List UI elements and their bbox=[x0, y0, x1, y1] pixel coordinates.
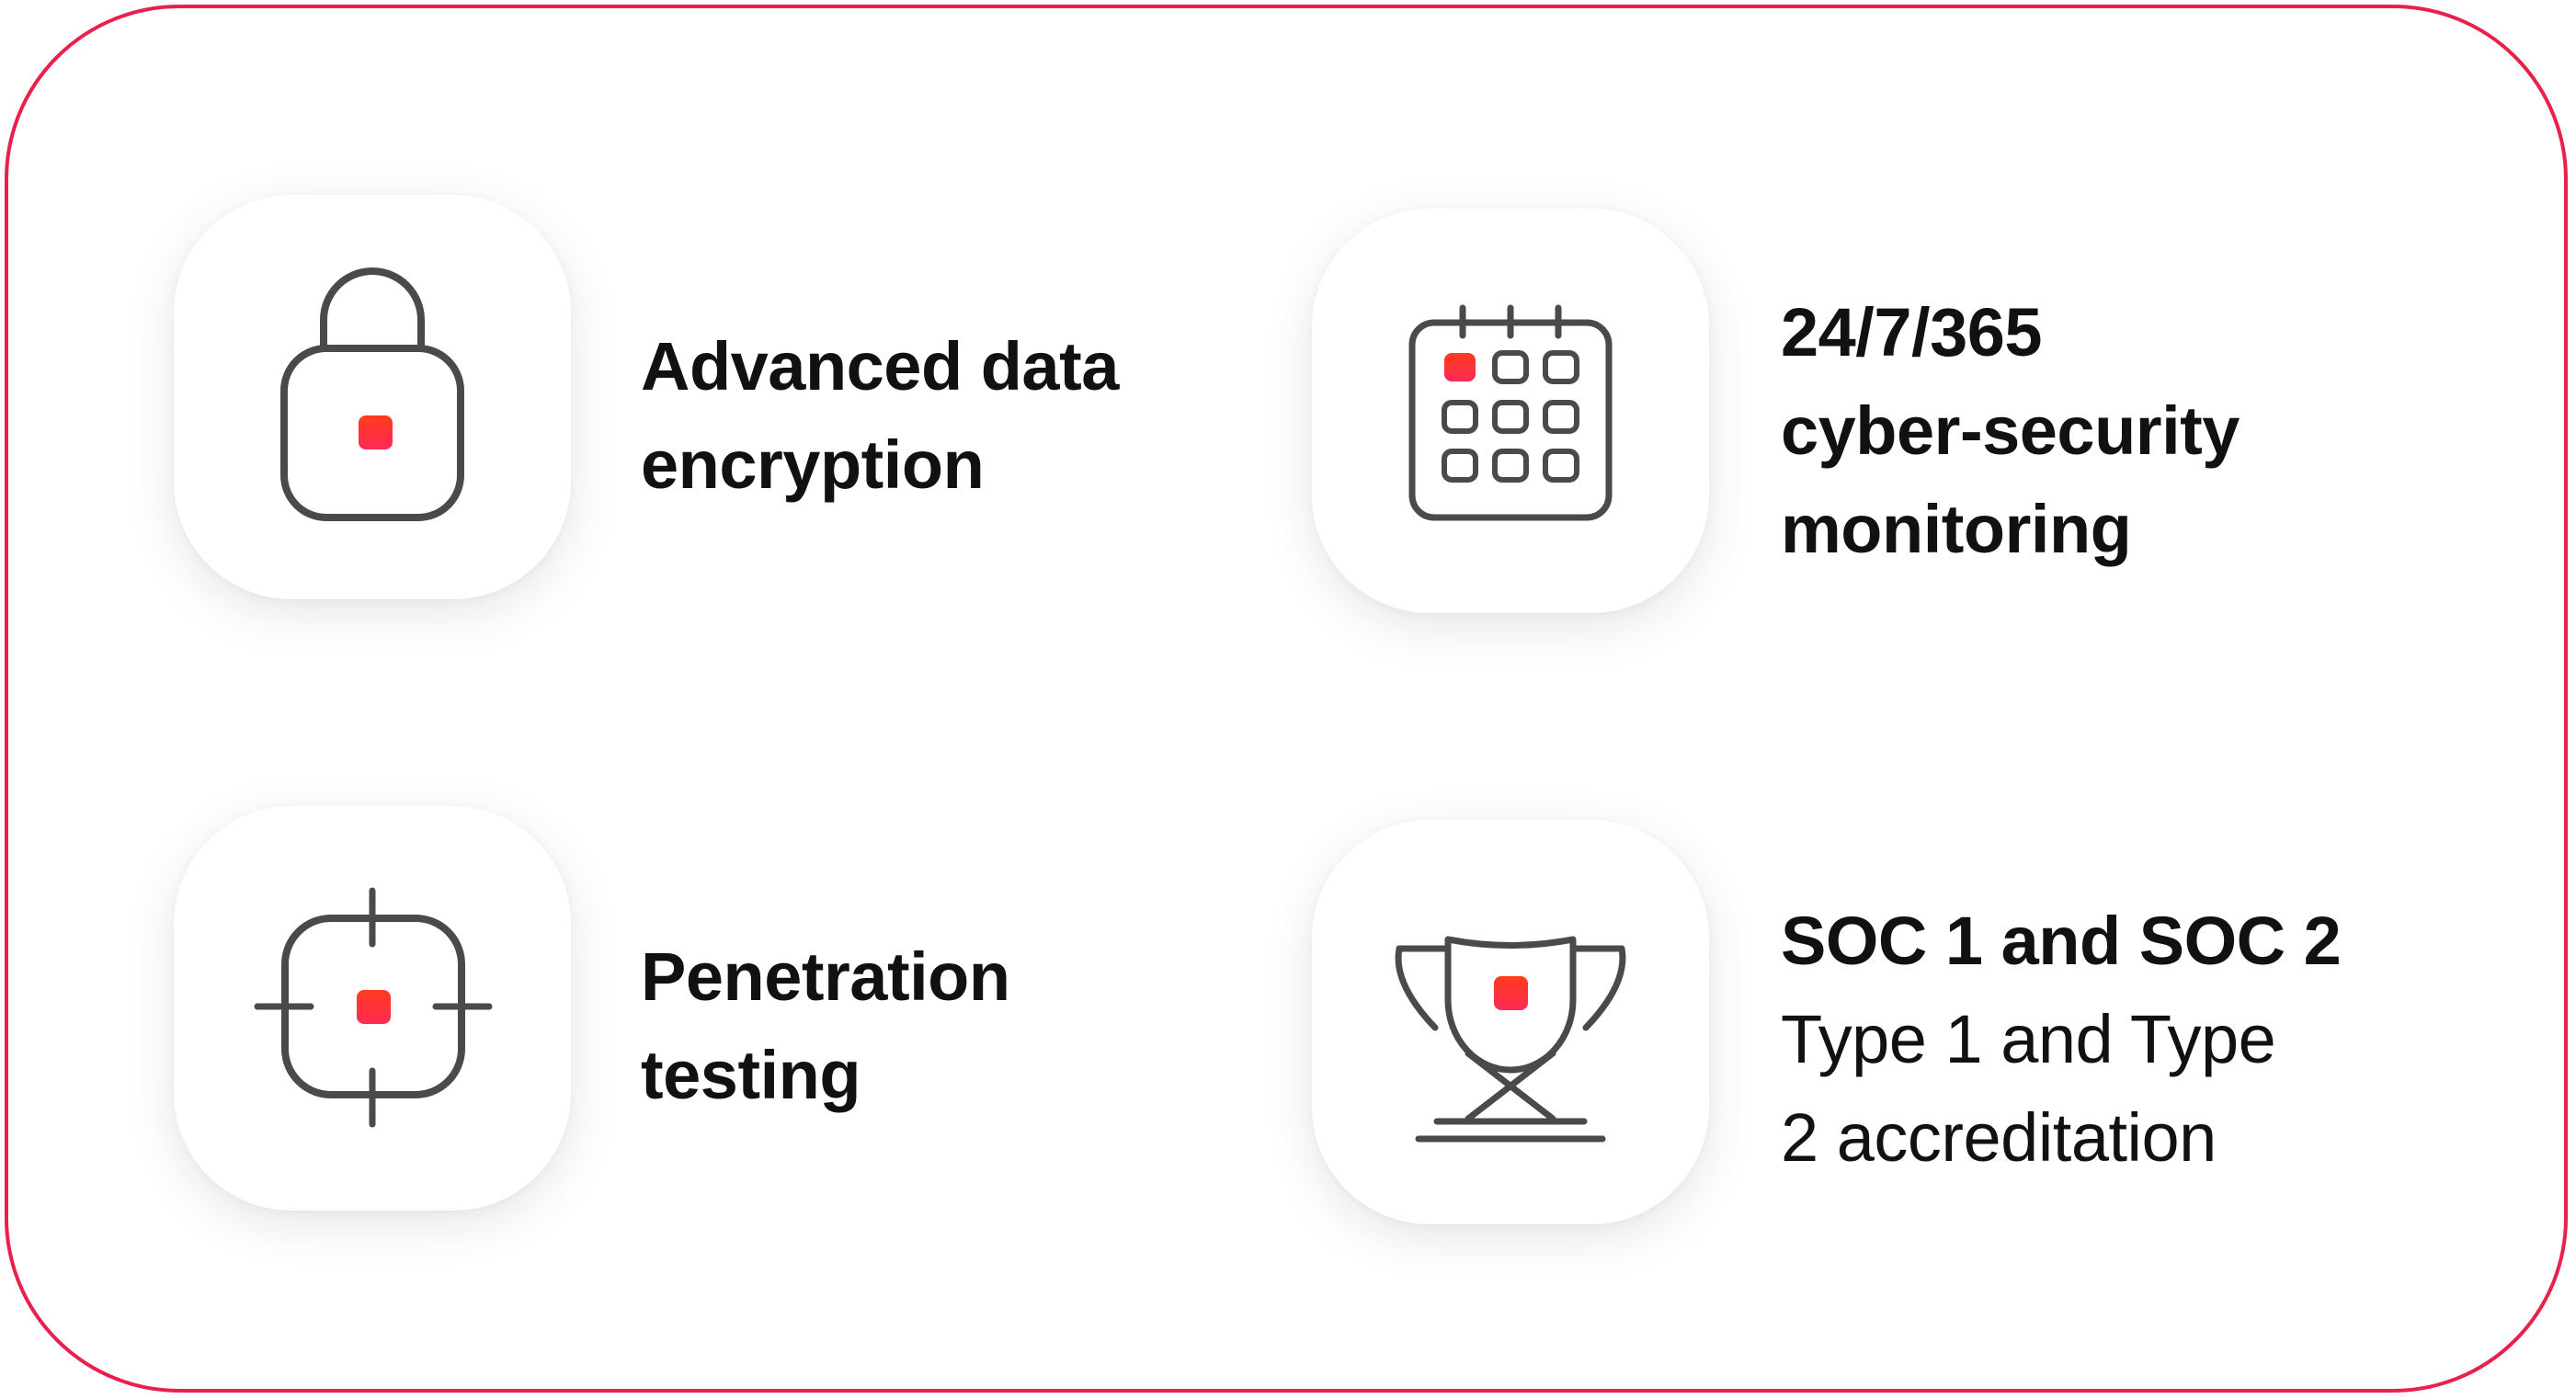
feature-label-line: testing bbox=[641, 1037, 861, 1113]
feature-label-line: monitoring bbox=[1781, 491, 2132, 567]
feature-label-line: encryption bbox=[641, 427, 985, 503]
features-panel: Advanced data encryption 24/7/365 cyber-… bbox=[5, 5, 2568, 1393]
feature-label-line: Advanced data bbox=[641, 328, 1119, 404]
padlock-icon bbox=[280, 267, 464, 521]
trophy-icon bbox=[1395, 936, 1626, 1143]
feature-icon-tile bbox=[174, 806, 571, 1211]
feature-label: SOC 1 and SOC 2 Type 1 and Type 2 accred… bbox=[1781, 892, 2342, 1187]
feature-label: 24/7/365 cyber-security monitoring bbox=[1781, 283, 2240, 578]
feature-label-line: Penetration bbox=[641, 938, 1010, 1015]
feature-icon-tile bbox=[1312, 209, 1709, 613]
crosshair-target-icon bbox=[254, 887, 493, 1128]
calendar-icon bbox=[1408, 304, 1613, 521]
feature-label-line: cyber-security bbox=[1781, 392, 2240, 469]
feature-label: Penetration testing bbox=[641, 927, 1010, 1124]
feature-label-line: 24/7/365 bbox=[1781, 294, 2043, 370]
feature-label: Advanced data encryption bbox=[641, 317, 1119, 514]
feature-icon-tile bbox=[174, 195, 571, 599]
feature-label-line: 2 accreditation bbox=[1781, 1099, 2217, 1176]
feature-label-line: Type 1 and Type bbox=[1781, 1001, 2276, 1077]
feature-label-line: SOC 1 and SOC 2 bbox=[1781, 903, 2342, 979]
feature-icon-tile bbox=[1312, 820, 1709, 1224]
